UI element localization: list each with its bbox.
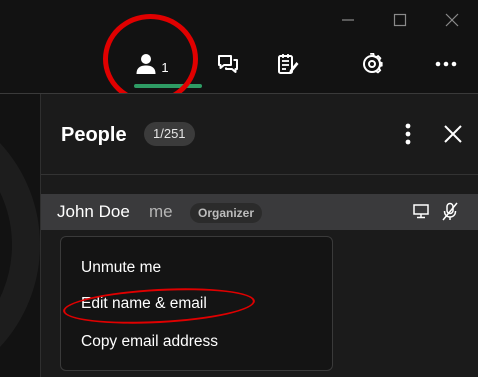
close-window-button[interactable]	[426, 0, 478, 40]
maximize-button[interactable]	[374, 0, 426, 40]
highlight-oval	[62, 283, 256, 329]
participant-name: John Doe	[57, 202, 130, 221]
participant-context-menu: Unmute me Edit name & email Copy email a…	[60, 236, 333, 371]
highlight-circle	[103, 14, 198, 104]
chat-icon	[218, 55, 238, 73]
panel-divider	[41, 174, 478, 175]
more-options-button[interactable]	[422, 40, 470, 88]
background-arc	[0, 95, 40, 377]
participant-count-badge: 1/251	[144, 122, 195, 146]
copy-email-address-menu-item[interactable]: Copy email address	[81, 333, 218, 351]
role-badge: Organizer	[190, 203, 263, 223]
participant-row[interactable]: John Doe me Organizer	[41, 194, 478, 230]
chat-button[interactable]	[204, 40, 252, 88]
panel-options-button[interactable]	[396, 120, 420, 148]
close-icon	[445, 13, 459, 27]
meeting-stage-background	[0, 0, 40, 377]
gear-icon	[363, 53, 383, 74]
more-vertical-icon	[405, 123, 411, 145]
more-horizontal-icon	[435, 61, 457, 67]
close-icon	[444, 125, 462, 143]
notes-button[interactable]	[264, 40, 312, 88]
panel-title: People	[61, 124, 127, 146]
notes-icon	[278, 54, 299, 74]
unmute-me-menu-item[interactable]: Unmute me	[81, 259, 161, 277]
minimize-icon	[342, 19, 354, 21]
minimize-button[interactable]	[322, 0, 374, 40]
participant-me-label: me	[149, 202, 173, 221]
mic-muted-icon	[442, 202, 458, 221]
maximize-icon	[393, 13, 407, 27]
settings-button[interactable]	[348, 40, 396, 88]
panel-close-button[interactable]	[439, 120, 467, 148]
window-controls	[322, 0, 478, 40]
screen-share-icon	[413, 204, 429, 219]
